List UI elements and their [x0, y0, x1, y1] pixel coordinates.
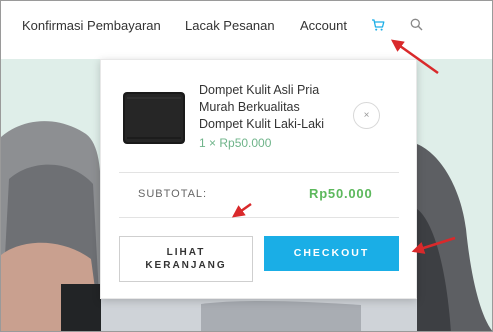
- nav-link-account[interactable]: Account: [300, 18, 347, 33]
- nav-link-konfirmasi-pembayaran[interactable]: Konfirmasi Pembayaran: [22, 18, 161, 33]
- divider: [119, 172, 399, 173]
- product-title-line: Dompet Kulit Asli Pria: [199, 83, 320, 97]
- subtotal-value: Rp50.000: [309, 186, 373, 201]
- view-cart-label-line: LIHAT: [166, 247, 206, 258]
- product-thumbnail[interactable]: [121, 88, 187, 146]
- divider: [119, 217, 399, 218]
- nav-link-lacak-pesanan[interactable]: Lacak Pesanan: [185, 18, 275, 33]
- subtotal-label: SUBTOTAL:: [138, 188, 208, 200]
- screenshot-frame: Konfirmasi Pembayaran Lacak Pesanan Acco…: [0, 0, 493, 332]
- product-title-line: Murah Berkualitas: [199, 100, 300, 114]
- product-title[interactable]: Dompet Kulit Asli Pria Murah Berkualitas…: [199, 82, 339, 133]
- view-cart-button[interactable]: LIHAT KERANJANG: [119, 236, 253, 282]
- checkout-button[interactable]: CHECKOUT: [264, 236, 399, 271]
- top-navigation: Konfirmasi Pembayaran Lacak Pesanan Acco…: [1, 1, 492, 59]
- remove-item-button[interactable]: ×: [353, 102, 380, 129]
- product-quantity-price: 1 × Rp50.000: [199, 136, 272, 150]
- cart-dropdown: Dompet Kulit Asli Pria Murah Berkualitas…: [100, 59, 417, 299]
- product-title-line: Dompet Kulit Laki-Laki: [199, 117, 325, 131]
- cart-icon[interactable]: [371, 18, 385, 32]
- view-cart-label-line: KERANJANG: [145, 260, 227, 271]
- search-icon[interactable]: [410, 18, 423, 31]
